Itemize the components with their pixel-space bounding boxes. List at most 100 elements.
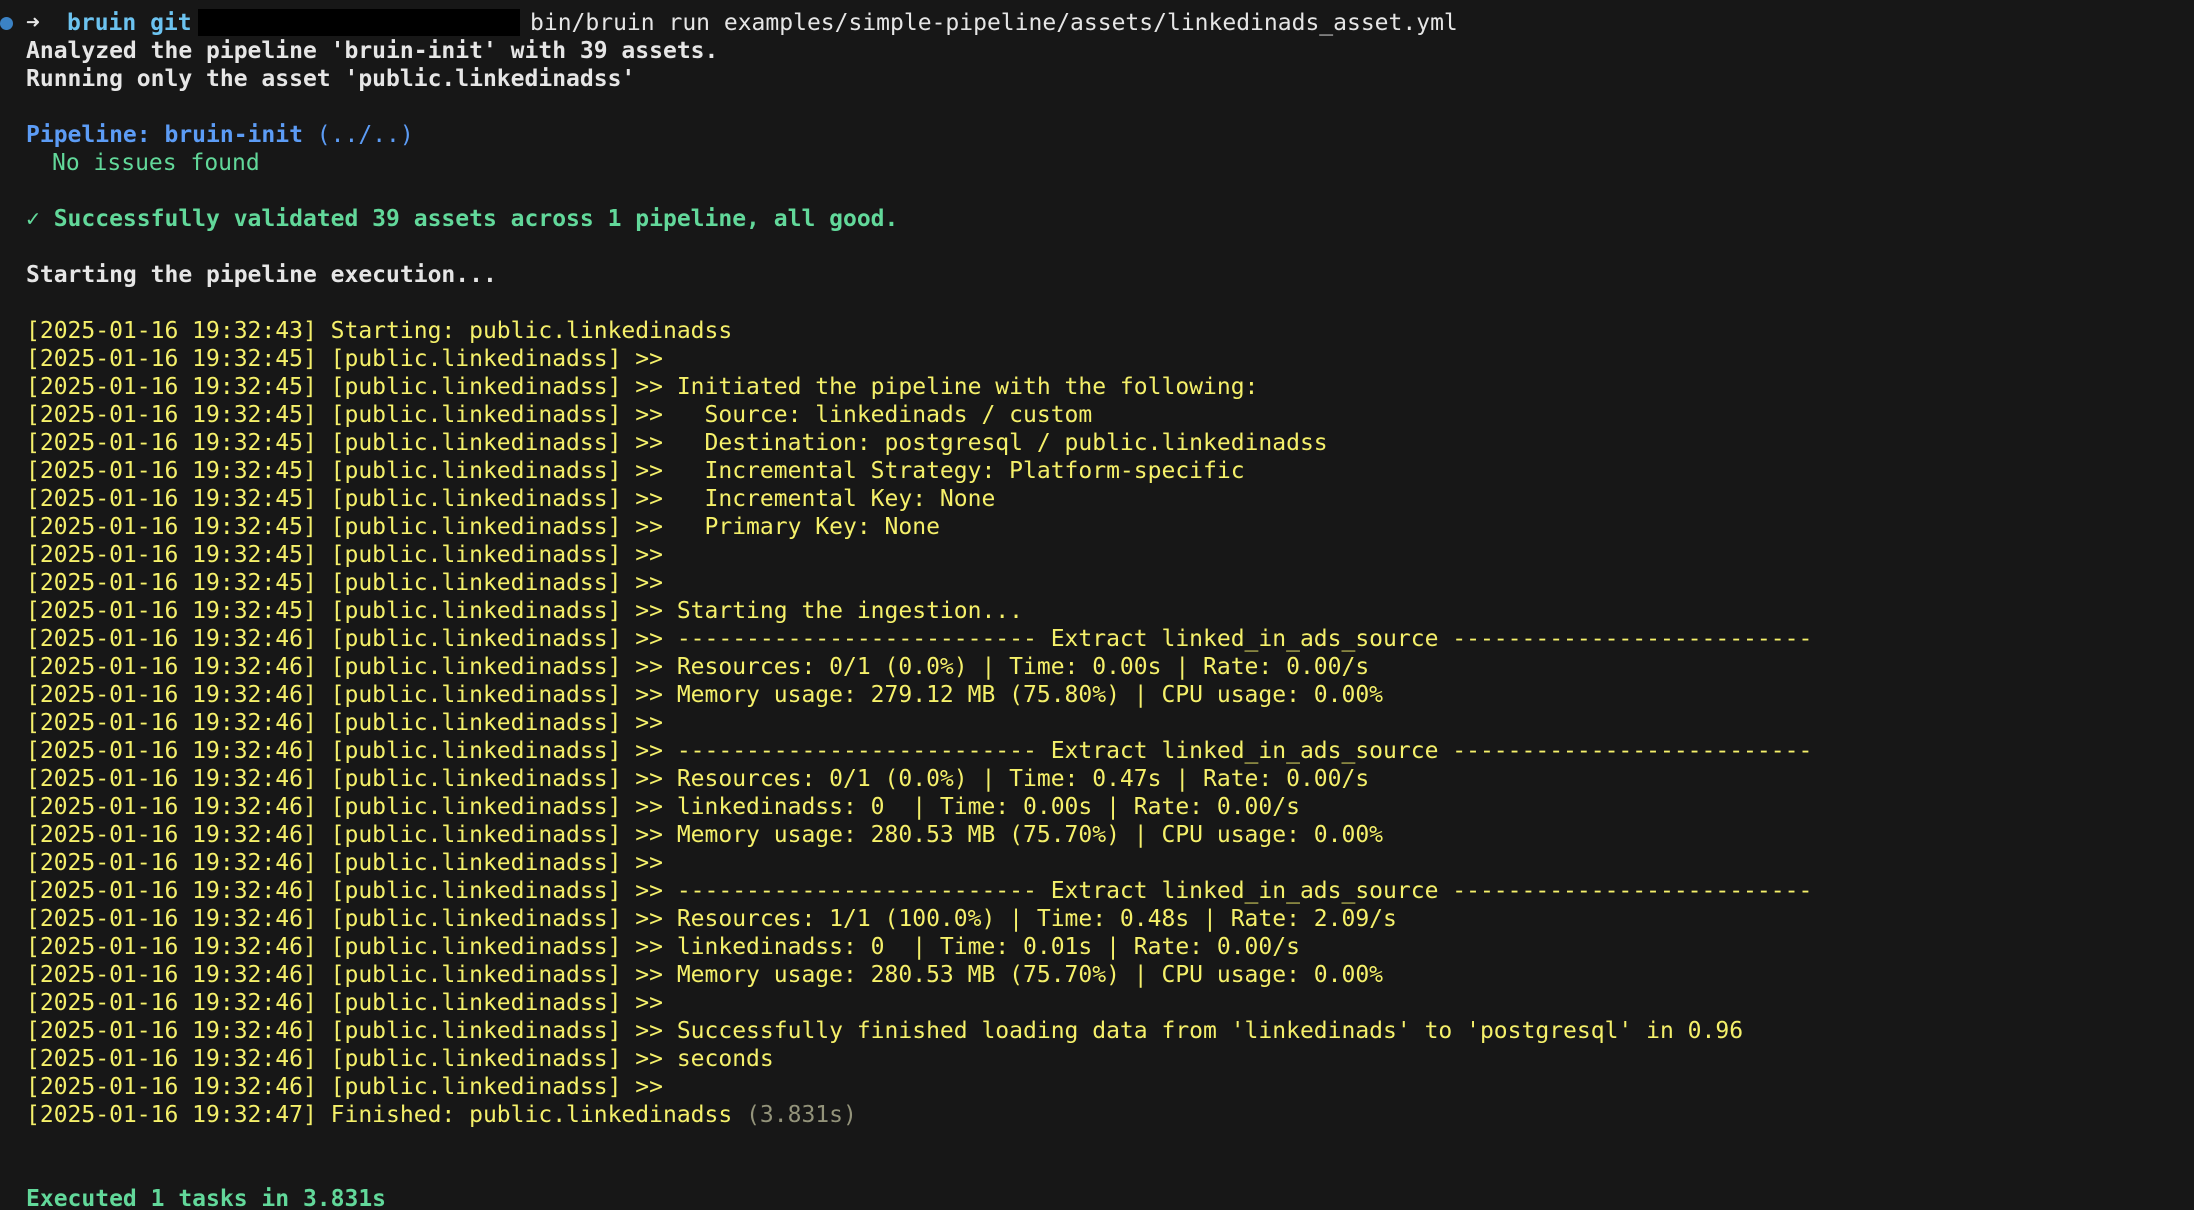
log-line: [2025-01-16 19:32:46] [public.linkedinad… [0, 821, 2194, 849]
log-line: [2025-01-16 19:32:46] [public.linkedinad… [0, 1073, 2194, 1101]
log-timestamp: [2025-01-16 19:32:46] [26, 934, 317, 960]
terminal-window[interactable]: ➜ bruin git bin/bruin run examples/simpl… [0, 0, 2194, 1210]
prompt-command: bin/bruin run examples/simple-pipeline/a… [530, 10, 1458, 36]
finished-line: [2025-01-16 19:32:47] Finished: public.l… [0, 1101, 2194, 1129]
log-line: [2025-01-16 19:32:46] [public.linkedinad… [0, 1017, 2194, 1045]
log-message: [public.linkedinadss] >> [316, 570, 663, 596]
log-line: [2025-01-16 19:32:46] [public.linkedinad… [0, 765, 2194, 793]
validated-message: ✓ Successfully validated 39 assets acros… [26, 206, 899, 232]
log-timestamp: [2025-01-16 19:32:45] [26, 486, 317, 512]
prompt-directory: bruin git [67, 10, 192, 36]
finished-duration: (3.831s) [732, 1102, 857, 1128]
log-line: [2025-01-16 19:32:45] [public.linkedinad… [0, 485, 2194, 513]
no-issues-message: No issues found [52, 150, 260, 176]
pipeline-label: Pipeline: bruin-init [26, 122, 303, 148]
log-line: [2025-01-16 19:32:45] [public.linkedinad… [0, 345, 2194, 373]
log-line: [2025-01-16 19:32:46] [public.linkedinad… [0, 877, 2194, 905]
analyzed-message: Analyzed the pipeline 'bruin-init' with … [26, 38, 719, 64]
log-message: [public.linkedinadss] >> Memory usage: 2… [316, 822, 1384, 848]
log-message: [public.linkedinadss] >> ---------------… [316, 738, 1813, 764]
log-timestamp: [2025-01-16 19:32:45] [26, 542, 317, 568]
log-timestamp: [2025-01-16 19:32:46] [26, 878, 317, 904]
log-message: [public.linkedinadss] >> Incremental Key… [316, 486, 996, 512]
running-only-message: Running only the asset 'public.linkedina… [26, 66, 636, 92]
log-timestamp: [2025-01-16 19:32:45] [26, 402, 317, 428]
log-line: [2025-01-16 19:32:46] [public.linkedinad… [0, 961, 2194, 989]
log-line: [2025-01-16 19:32:46] [public.linkedinad… [0, 737, 2194, 765]
log-timestamp: [2025-01-16 19:32:47] [26, 1102, 317, 1128]
log-line: [2025-01-16 19:32:46] [public.linkedinad… [0, 849, 2194, 877]
log-message: [public.linkedinadss] >> Destination: po… [316, 430, 1328, 456]
log-timestamp: [2025-01-16 19:32:46] [26, 1074, 317, 1100]
log-message: [public.linkedinadss] >> Successfully fi… [316, 1018, 1744, 1044]
log-timestamp: [2025-01-16 19:32:45] [26, 430, 317, 456]
log-timestamp: [2025-01-16 19:32:46] [26, 1018, 317, 1044]
log-timestamp: [2025-01-16 19:32:46] [26, 654, 317, 680]
log-timestamp: [2025-01-16 19:32:46] [26, 738, 317, 764]
log-line: [2025-01-16 19:32:45] [public.linkedinad… [0, 569, 2194, 597]
log-line: [2025-01-16 19:32:45] [public.linkedinad… [0, 429, 2194, 457]
log-line: [2025-01-16 19:32:45] [public.linkedinad… [0, 541, 2194, 569]
pipeline-header: Pipeline: bruin-init (../..) [0, 121, 2194, 149]
log-message: [public.linkedinadss] >> Source: linkedi… [316, 402, 1093, 428]
log-timestamp: [2025-01-16 19:32:46] [26, 822, 317, 848]
log-message: [public.linkedinadss] >> [316, 1074, 663, 1100]
log-message: [public.linkedinadss] >> Memory usage: 2… [316, 682, 1384, 708]
log-message: [public.linkedinadss] >> Resources: 0/1 … [316, 766, 1370, 792]
redacted-path-block [198, 9, 520, 36]
log-output: [2025-01-16 19:32:43] Starting: public.l… [0, 317, 2194, 1101]
log-timestamp: [2025-01-16 19:32:46] [26, 962, 317, 988]
blank-gap [0, 1129, 2194, 1185]
log-message: [public.linkedinadss] >> Resources: 1/1 … [316, 906, 1397, 932]
log-message: [public.linkedinadss] >> [316, 850, 663, 876]
log-message: [public.linkedinadss] >> [316, 346, 663, 372]
log-timestamp: [2025-01-16 19:32:46] [26, 1046, 317, 1072]
log-message: [public.linkedinadss] >> [316, 542, 663, 568]
log-message: [public.linkedinadss] >> [316, 710, 663, 736]
log-message: [public.linkedinadss] >> Starting the in… [316, 598, 1024, 624]
log-message: [public.linkedinadss] >> linkedinadss: 0… [316, 794, 1300, 820]
log-timestamp: [2025-01-16 19:32:43] [26, 318, 317, 344]
log-message: Starting: public.linkedinadss [316, 318, 733, 344]
log-timestamp: [2025-01-16 19:32:45] [26, 570, 317, 596]
log-timestamp: [2025-01-16 19:32:46] [26, 766, 317, 792]
log-timestamp: [2025-01-16 19:32:46] [26, 906, 317, 932]
log-message: [public.linkedinadss] >> Memory usage: 2… [316, 962, 1384, 988]
log-line: [2025-01-16 19:32:46] [public.linkedinad… [0, 653, 2194, 681]
log-message: [public.linkedinadss] >> linkedinadss: 0… [316, 934, 1300, 960]
log-message: [public.linkedinadss] >> [316, 990, 663, 1016]
command-prompt-line: ➜ bruin git bin/bruin run examples/simpl… [0, 9, 2194, 37]
log-line: [2025-01-16 19:32:45] [public.linkedinad… [0, 457, 2194, 485]
log-line: [2025-01-16 19:32:46] [public.linkedinad… [0, 905, 2194, 933]
log-message: [public.linkedinadss] >> seconds [316, 1046, 774, 1072]
pipeline-path: (../..) [302, 122, 414, 148]
log-timestamp: [2025-01-16 19:32:46] [26, 626, 317, 652]
log-line: [2025-01-16 19:32:46] [public.linkedinad… [0, 681, 2194, 709]
log-timestamp: [2025-01-16 19:32:45] [26, 514, 317, 540]
execution-summary: Executed 1 tasks in 3.831s [26, 1186, 387, 1210]
log-line: [2025-01-16 19:32:46] [public.linkedinad… [0, 793, 2194, 821]
prompt-arrow-icon: ➜ [26, 10, 40, 36]
log-line: [2025-01-16 19:32:46] [public.linkedinad… [0, 933, 2194, 961]
log-line: [2025-01-16 19:32:46] [public.linkedinad… [0, 709, 2194, 737]
log-timestamp: [2025-01-16 19:32:45] [26, 346, 317, 372]
log-message: [public.linkedinadss] >> Initiated the p… [316, 374, 1259, 400]
log-line: [2025-01-16 19:32:45] [public.linkedinad… [0, 597, 2194, 625]
starting-execution-message: Starting the pipeline execution... [26, 262, 497, 288]
log-timestamp: [2025-01-16 19:32:45] [26, 458, 317, 484]
log-line: [2025-01-16 19:32:45] [public.linkedinad… [0, 513, 2194, 541]
log-message: [public.linkedinadss] >> Incremental Str… [316, 458, 1245, 484]
prompt-status-dot-icon [0, 17, 13, 30]
log-line: [2025-01-16 19:32:46] [public.linkedinad… [0, 989, 2194, 1017]
log-timestamp: [2025-01-16 19:32:46] [26, 682, 317, 708]
finished-message: Finished: public.linkedinadss [316, 1102, 733, 1128]
log-timestamp: [2025-01-16 19:32:46] [26, 850, 317, 876]
log-timestamp: [2025-01-16 19:32:46] [26, 990, 317, 1016]
log-line: [2025-01-16 19:32:46] [public.linkedinad… [0, 1045, 2194, 1073]
log-timestamp: [2025-01-16 19:32:45] [26, 598, 317, 624]
log-message: [public.linkedinadss] >> Resources: 0/1 … [316, 654, 1370, 680]
